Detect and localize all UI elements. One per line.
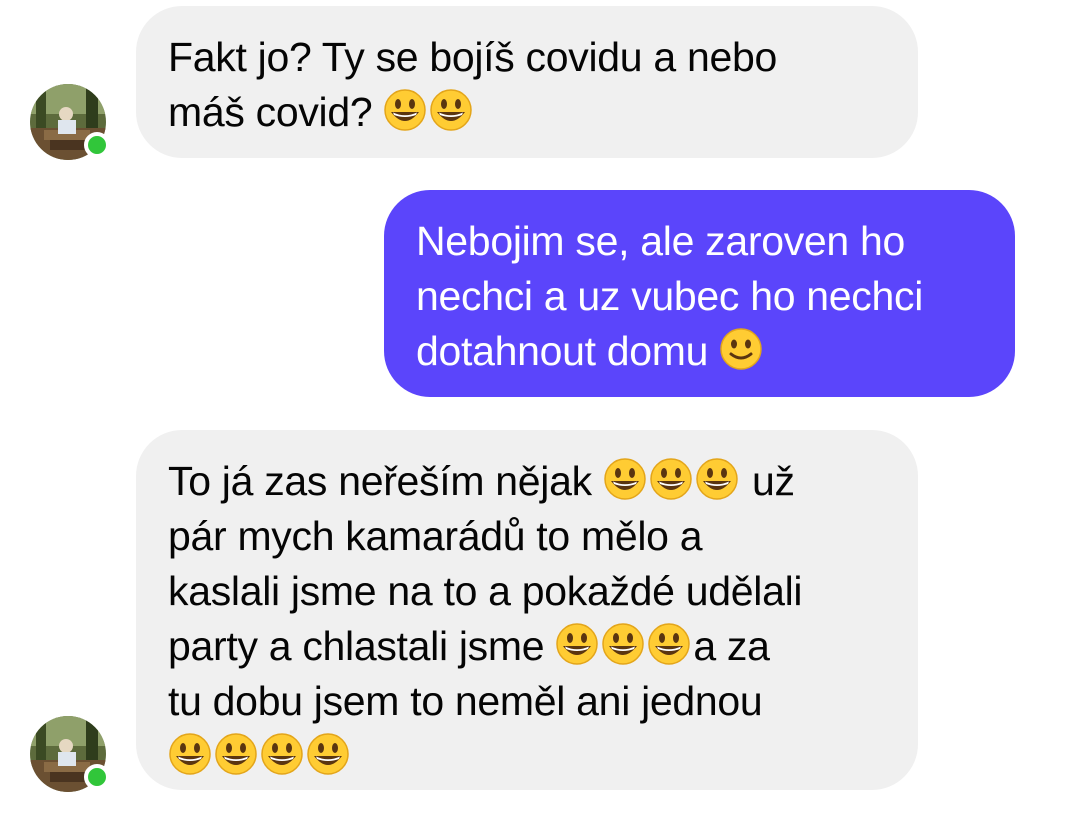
grinning-face-emoji-icon bbox=[649, 457, 693, 501]
message-line: máš covid? bbox=[168, 85, 886, 140]
message-text: dotahnout domu bbox=[416, 328, 720, 374]
message-line bbox=[168, 729, 886, 784]
grinning-face-emoji-icon bbox=[695, 457, 739, 501]
message-line: dotahnout domu bbox=[416, 324, 983, 379]
message-line: nechci a uz vubec ho nechci bbox=[416, 269, 983, 324]
grinning-face-emoji-icon bbox=[168, 732, 212, 776]
grinning-face-emoji-icon bbox=[429, 88, 473, 132]
message-line: party a chlastali jsme a za bbox=[168, 619, 886, 674]
grinning-face-emoji-icon bbox=[214, 732, 258, 776]
message-text: pár mych kamarádů to mělo a bbox=[168, 513, 703, 559]
grinning-face-emoji-icon bbox=[601, 622, 645, 666]
message-line: kaslali jsme na to a pokaždé udělali bbox=[168, 564, 886, 619]
grinning-face-emoji-icon bbox=[555, 622, 599, 666]
message-text: už bbox=[740, 458, 795, 504]
chat-thread: Fakt jo? Ty se bojíš covidu a nebo máš c… bbox=[0, 0, 1078, 816]
message-text: kaslali jsme na to a pokaždé udělali bbox=[168, 568, 803, 614]
message-line: To já zas neřeším nějak už bbox=[168, 454, 886, 509]
message-text: máš covid? bbox=[168, 89, 384, 135]
message-line: Nebojim se, ale zaroven ho bbox=[416, 214, 983, 269]
grinning-face-emoji-icon bbox=[383, 88, 427, 132]
message-text: Nebojim se, ale zaroven ho bbox=[416, 218, 906, 264]
contact-avatar[interactable] bbox=[30, 716, 110, 792]
message-text: Fakt jo? Ty se bojíš covidu a nebo bbox=[168, 34, 777, 80]
grinning-face-emoji-icon bbox=[603, 457, 647, 501]
message-outgoing[interactable]: Nebojim se, ale zaroven ho nechci a uz v… bbox=[384, 190, 1015, 397]
grinning-face-emoji-icon bbox=[306, 732, 350, 776]
message-incoming[interactable]: To já zas neřeším nějak už pár mych kama… bbox=[136, 430, 918, 790]
message-text: tu dobu jsem to neměl ani jednou bbox=[168, 678, 763, 724]
online-status-dot bbox=[84, 764, 110, 790]
message-text: To já zas neřeším nějak bbox=[168, 458, 603, 504]
message-text: nechci a uz vubec ho nechci bbox=[416, 273, 924, 319]
message-text: a za bbox=[693, 623, 770, 669]
message-incoming[interactable]: Fakt jo? Ty se bojíš covidu a nebo máš c… bbox=[136, 6, 918, 158]
slightly-smiling-face-emoji-icon bbox=[719, 327, 763, 371]
grinning-face-emoji-icon bbox=[647, 622, 691, 666]
message-text: party a chlastali jsme bbox=[168, 623, 556, 669]
online-status-dot bbox=[84, 132, 110, 158]
grinning-face-emoji-icon bbox=[260, 732, 304, 776]
message-line: tu dobu jsem to neměl ani jednou bbox=[168, 674, 886, 729]
contact-avatar[interactable] bbox=[30, 84, 110, 160]
message-line: pár mych kamarádů to mělo a bbox=[168, 509, 886, 564]
message-line: Fakt jo? Ty se bojíš covidu a nebo bbox=[168, 30, 886, 85]
